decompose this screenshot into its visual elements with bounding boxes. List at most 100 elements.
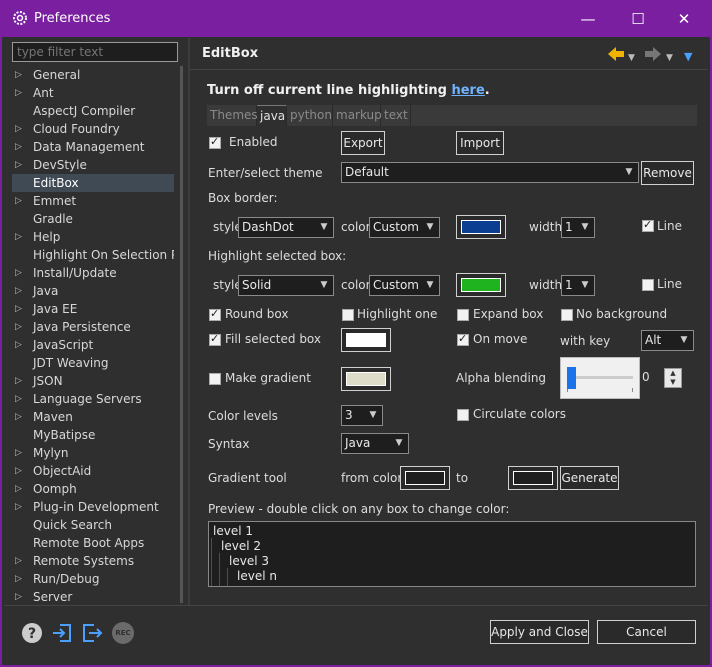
expand-arrow-icon[interactable]: ▷ — [15, 282, 22, 300]
import-button[interactable]: Import — [456, 131, 504, 155]
border-width-select[interactable]: 1 ▼ — [561, 217, 595, 238]
border-line-checkbox[interactable] — [642, 218, 654, 232]
gradient-color-swatch[interactable] — [341, 367, 391, 391]
maximize-button[interactable]: ☐ — [618, 6, 658, 32]
notice-link[interactable]: here — [451, 83, 484, 98]
tree-item[interactable]: JDT Weaving — [12, 354, 174, 372]
tree-item[interactable]: Highlight On Selection Pr — [12, 246, 174, 264]
export-preferences-icon[interactable] — [81, 622, 103, 644]
tree-item[interactable]: ▷ Oomph — [12, 480, 174, 498]
expand-arrow-icon[interactable]: ▷ — [15, 372, 22, 390]
expand-arrow-icon[interactable]: ▷ — [15, 498, 22, 516]
expand-arrow-icon[interactable]: ▷ — [15, 588, 22, 603]
expand-arrow-icon[interactable]: ▷ — [15, 318, 22, 336]
hl-line-checkbox[interactable] — [642, 279, 654, 291]
tree-item[interactable]: ▷ Run/Debug — [12, 570, 174, 588]
expand-arrow-icon[interactable]: ▷ — [15, 192, 22, 210]
tree-item[interactable]: ▷ Maven — [12, 408, 174, 426]
expand-arrow-icon[interactable]: ▷ — [15, 300, 22, 318]
tree-item[interactable]: EditBox — [12, 174, 174, 192]
tree-item[interactable]: ▷ ObjectAid — [12, 462, 174, 480]
round-box-checkbox[interactable] — [209, 307, 221, 321]
expand-arrow-icon[interactable]: ▷ — [15, 120, 22, 138]
record-macro-icon[interactable]: REC — [112, 622, 134, 644]
tree-item[interactable]: ▷ Install/Update — [12, 264, 174, 282]
help-icon[interactable]: ? — [21, 622, 43, 644]
tree-item[interactable]: ▷ Java Persistence — [12, 318, 174, 336]
tree-item[interactable]: ▷ Remote Systems — [12, 552, 174, 570]
tree-item[interactable]: ▷ DevStyle — [12, 156, 174, 174]
tree-scrollbar[interactable] — [180, 66, 183, 603]
expand-box-checkbox[interactable] — [457, 309, 469, 321]
tree-item[interactable]: ▷ Plug-in Development — [12, 498, 174, 516]
tab-markup[interactable]: markup — [333, 105, 382, 126]
fill-color-swatch[interactable] — [341, 328, 391, 352]
tab-themes[interactable]: Themes — [207, 105, 258, 126]
expand-arrow-icon[interactable]: ▷ — [15, 336, 22, 354]
tree-item[interactable]: ▷ Language Servers — [12, 390, 174, 408]
apply-and-close-button[interactable]: Apply and Close — [490, 620, 589, 644]
preview-level-n[interactable]: level n — [237, 569, 277, 583]
circulate-colors-checkbox[interactable] — [457, 409, 469, 421]
tab-text[interactable]: text — [381, 105, 411, 126]
tree-item[interactable]: ▷ JSON — [12, 372, 174, 390]
to-color-swatch[interactable] — [508, 466, 558, 490]
tree-item[interactable]: ▷ JavaScript — [12, 336, 174, 354]
expand-arrow-icon[interactable]: ▷ — [15, 156, 22, 174]
alpha-spinner[interactable]: ▲ ▼ — [664, 368, 682, 388]
tree-item[interactable]: ▷ Java — [12, 282, 174, 300]
no-background-checkbox[interactable] — [561, 309, 573, 321]
remove-button[interactable]: Remove — [641, 161, 694, 185]
preview-area[interactable]: level 1 level 2 level 3 level n — [208, 521, 696, 587]
cancel-button[interactable]: Cancel — [597, 620, 696, 644]
expand-arrow-icon[interactable]: ▷ — [15, 84, 22, 102]
alpha-slider[interactable] — [560, 357, 640, 399]
tree-item[interactable]: MyBatipse — [12, 426, 174, 444]
syntax-select[interactable]: Java ▼ — [341, 433, 409, 454]
tree-item[interactable]: ▷ Help — [12, 228, 174, 246]
close-button[interactable]: ✕ — [664, 6, 704, 32]
alpha-slider-thumb[interactable] — [567, 367, 576, 389]
with-key-select[interactable]: Alt ▼ — [641, 330, 694, 351]
expand-arrow-icon[interactable]: ▷ — [15, 570, 22, 588]
preview-level-2[interactable]: level 2 — [221, 539, 261, 553]
expand-arrow-icon[interactable]: ▷ — [15, 264, 22, 282]
spin-up-icon[interactable]: ▲ — [665, 369, 681, 378]
tree-item[interactable]: ▷ Emmet — [12, 192, 174, 210]
expand-arrow-icon[interactable]: ▷ — [15, 462, 22, 480]
theme-select[interactable]: Default ▼ — [341, 162, 639, 183]
filter-input[interactable] — [12, 42, 178, 62]
expand-arrow-icon[interactable]: ▷ — [15, 444, 22, 462]
on-move-checkbox[interactable] — [457, 332, 469, 346]
expand-arrow-icon[interactable]: ▷ — [15, 480, 22, 498]
tab-python[interactable]: python — [287, 105, 333, 126]
expand-arrow-icon[interactable]: ▷ — [15, 138, 22, 156]
from-color-swatch[interactable] — [400, 466, 450, 490]
tab-java[interactable]: java — [257, 105, 287, 126]
expand-arrow-icon[interactable]: ▷ — [15, 552, 22, 570]
generate-button[interactable]: Generate — [560, 466, 619, 490]
tree-item[interactable]: Quick Search — [12, 516, 174, 534]
color-levels-select[interactable]: 3 ▼ — [341, 405, 383, 426]
preview-level-3[interactable]: level 3 — [229, 554, 269, 568]
highlight-one-checkbox[interactable] — [342, 309, 354, 321]
expand-arrow-icon[interactable]: ▷ — [15, 228, 22, 246]
tree-item[interactable]: Gradle — [12, 210, 174, 228]
border-color-swatch[interactable] — [456, 215, 506, 239]
expand-arrow-icon[interactable]: ▷ — [15, 66, 22, 84]
hl-style-select[interactable]: Solid ▼ — [238, 275, 334, 296]
tree-item[interactable]: ▷ Mylyn — [12, 444, 174, 462]
tree-item[interactable]: ▷ Java EE — [12, 300, 174, 318]
hl-color-swatch[interactable] — [456, 273, 506, 297]
tree-item[interactable]: Remote Boot Apps — [12, 534, 174, 552]
tree-item[interactable]: AspectJ Compiler — [12, 102, 174, 120]
preview-level-1[interactable]: level 1 — [213, 524, 253, 538]
border-style-select[interactable]: DashDot ▼ — [238, 217, 334, 238]
make-gradient-checkbox[interactable] — [209, 373, 221, 385]
enabled-checkbox[interactable] — [209, 135, 221, 149]
minimize-button[interactable]: — — [568, 6, 608, 32]
export-button[interactable]: Export — [341, 131, 385, 155]
tree-item[interactable]: ▷ Server — [12, 588, 174, 603]
hl-width-select[interactable]: 1 ▼ — [561, 275, 595, 296]
spin-down-icon[interactable]: ▼ — [665, 378, 681, 387]
